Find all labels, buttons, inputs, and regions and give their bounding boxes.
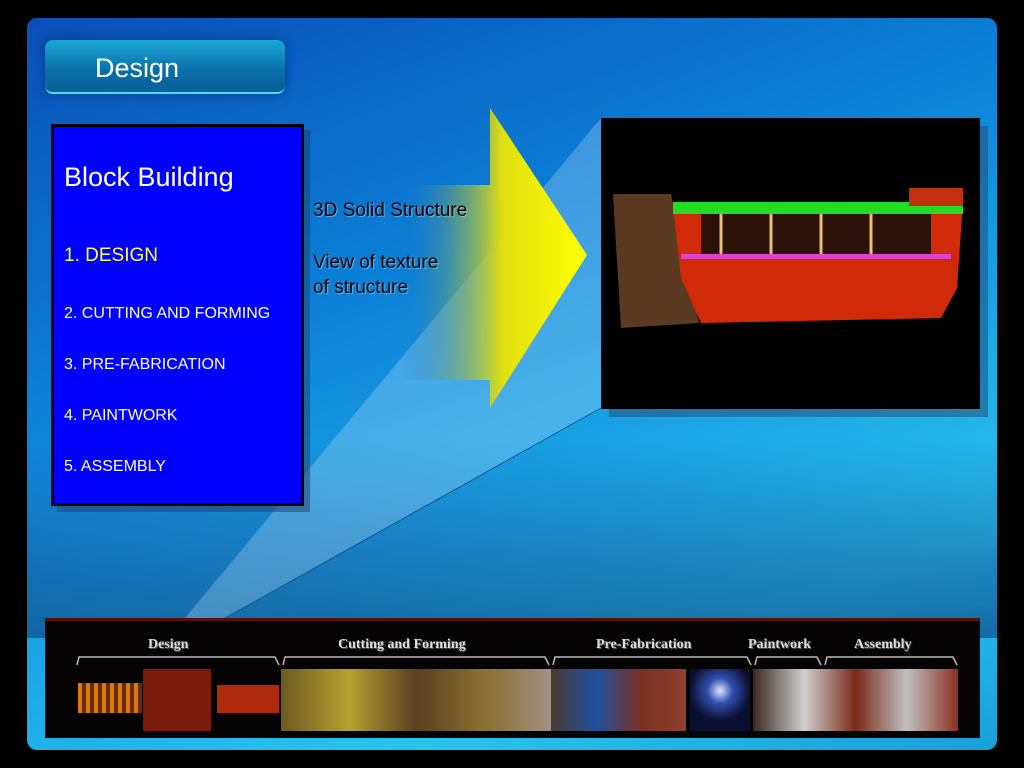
thumb-cutting — [281, 669, 551, 731]
caption-3d: 3D Solid Structure — [313, 200, 468, 221]
slide-title: Design — [45, 40, 285, 94]
process-strip: Design Cutting and Forming Pre-Fabricati… — [45, 618, 980, 738]
slide-title-text: Design — [95, 53, 180, 83]
thumb-prefab — [551, 669, 686, 731]
process-menu: Block Building 1. DESIGN 2. CUTTING AND … — [51, 124, 304, 506]
menu-item-assembly[interactable]: 5. ASSEMBLY — [64, 458, 166, 476]
ship-block-image — [613, 188, 963, 328]
thumb-welding — [690, 669, 750, 731]
menu-heading: Block Building — [64, 162, 234, 192]
caption-texture: View of texture — [313, 252, 439, 273]
menu-item-prefab[interactable]: 3. PRE-FABRICATION — [64, 356, 226, 374]
thumb-paint-assembly — [753, 669, 958, 731]
thumb-design-1 — [78, 683, 142, 713]
block-3d-render — [601, 118, 980, 409]
menu-item-paintwork[interactable]: 4. PAINTWORK — [64, 407, 178, 425]
stage-brackets — [76, 656, 958, 666]
caption-structure: of structure — [313, 277, 409, 298]
thumb-design-3 — [217, 685, 279, 713]
menu-item-cutting[interactable]: 2. CUTTING AND FORMING — [64, 305, 270, 323]
thumb-design-2 — [143, 669, 211, 731]
menu-item-design[interactable]: 1. DESIGN — [64, 245, 158, 267]
